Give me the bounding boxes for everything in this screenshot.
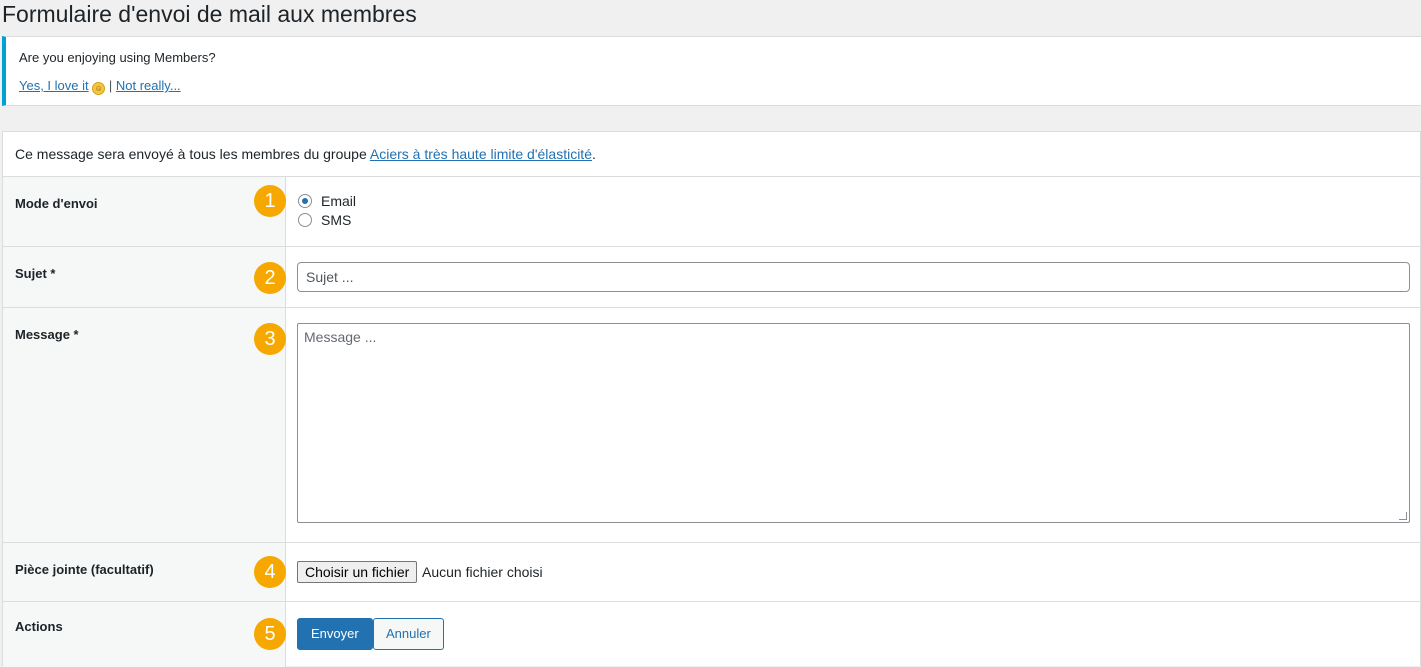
row-message: Message * 3 Message ... [3, 308, 1420, 543]
intro-suffix: . [591, 146, 596, 162]
group-link[interactable]: Aciers à très haute limite d'élasticité [370, 146, 592, 162]
radio-email-button[interactable] [298, 194, 312, 208]
radio-sms[interactable]: SMS [298, 212, 351, 228]
notice-links: Yes, I love it ☺ | Not really... [19, 78, 181, 95]
step-badge-4: 4 [254, 556, 286, 588]
row-attachment: Pièce jointe (facultatif) 4 Choisir un f… [3, 543, 1420, 602]
intro-text: Ce message sera envoyé à tous les membre… [15, 146, 370, 162]
radio-email-label: Email [321, 193, 357, 209]
page-title: Formulaire d'envoi de mail aux membres [2, 1, 417, 27]
notice-question: Are you enjoying using Members? [19, 50, 216, 65]
choose-file-button[interactable]: Choisir un fichier [297, 561, 418, 583]
row-subject: Sujet * 2 Sujet ... [3, 247, 1420, 308]
resize-handle-icon[interactable] [1399, 512, 1407, 520]
radio-email[interactable]: Email [298, 193, 356, 209]
subject-input[interactable]: Sujet ... [297, 262, 1410, 292]
row-send-mode: Mode d'envoi 1 Email SMS [3, 177, 1420, 247]
smile-emoji-icon: ☺ [92, 82, 106, 95]
send-button[interactable]: Envoyer [297, 618, 373, 650]
step-badge-1: 1 [254, 185, 286, 217]
message-label: Message * [15, 327, 79, 342]
step-badge-5: 5 [254, 618, 286, 650]
form-intro: Ce message sera envoyé à tous les membre… [3, 132, 1420, 177]
send-mode-label: Mode d'envoi [15, 196, 98, 211]
file-status: Aucun fichier choisi [422, 564, 543, 580]
message-placeholder: Message ... [304, 329, 377, 345]
step-badge-3: 3 [254, 323, 286, 355]
mail-form: Ce message sera envoyé à tous les membre… [2, 131, 1421, 667]
review-notice: Are you enjoying using Members? Yes, I l… [2, 36, 1421, 106]
row-actions: Actions 5 Envoyer Annuler [3, 602, 1420, 667]
radio-sms-label: SMS [321, 212, 352, 228]
link-separator: | [108, 78, 113, 93]
radio-sms-button[interactable] [298, 213, 312, 227]
cancel-button[interactable]: Annuler [373, 618, 444, 650]
attachment-label: Pièce jointe (facultatif) [15, 562, 154, 577]
step-badge-2: 2 [254, 262, 286, 294]
not-really-link[interactable]: Not really... [116, 78, 181, 93]
actions-label: Actions [15, 619, 63, 634]
yes-love-it-link[interactable]: Yes, I love it [19, 78, 89, 93]
message-textarea[interactable]: Message ... [297, 323, 1410, 523]
subject-label: Sujet * [15, 266, 56, 281]
